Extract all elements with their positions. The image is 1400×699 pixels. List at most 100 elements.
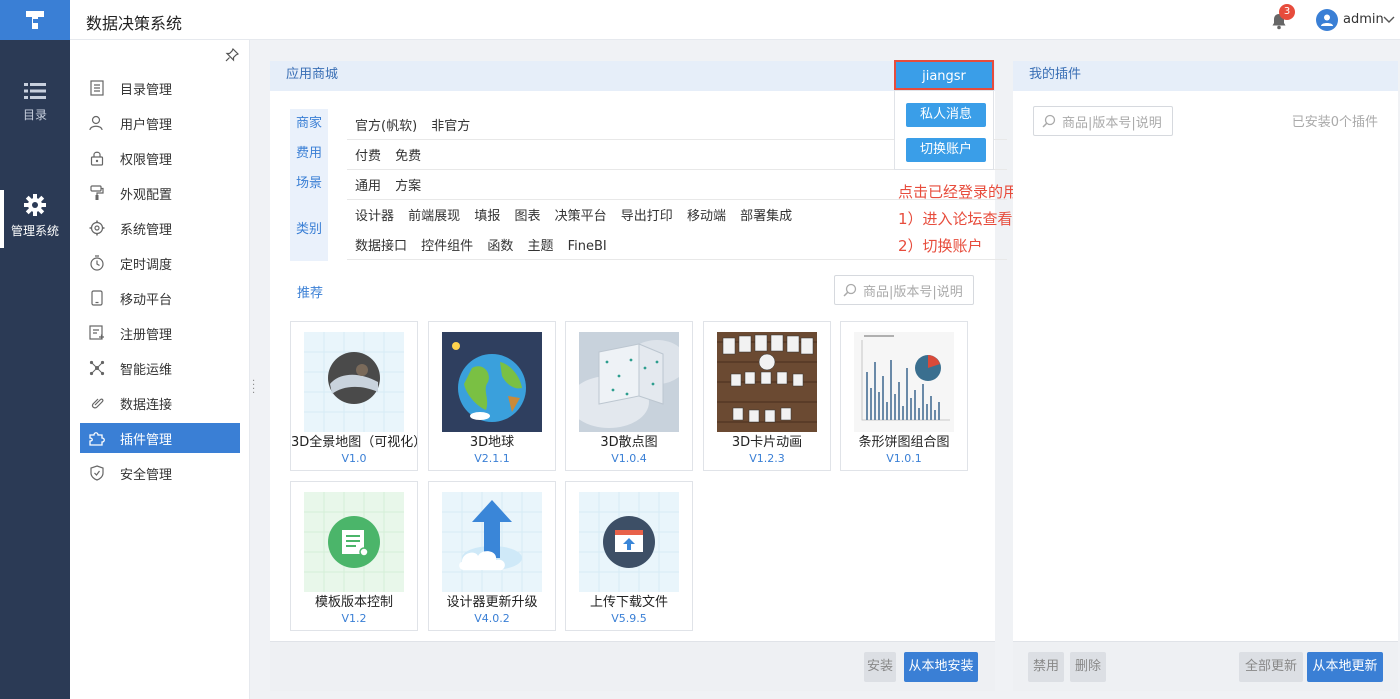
- menu-label: 系统管理: [120, 222, 173, 238]
- filter-option[interactable]: 非官方: [431, 119, 470, 134]
- filter-label-category: 类别: [290, 199, 328, 261]
- filter-option[interactable]: 填报: [474, 209, 500, 224]
- filter-label-scene: 场景: [290, 169, 328, 199]
- chevron-down-icon[interactable]: [1383, 14, 1395, 24]
- plugin-card[interactable]: 模板版本控制 V1.2: [290, 481, 418, 631]
- rail-item-catalog[interactable]: 目录: [0, 82, 70, 123]
- filter-option[interactable]: 设计器: [355, 209, 394, 224]
- avatar[interactable]: [1316, 9, 1338, 31]
- plugin-card[interactable]: 3D卡片动画 V1.2.3: [703, 321, 831, 471]
- filter-option[interactable]: 前端展现: [408, 209, 460, 224]
- plugin-thumbnail: [442, 492, 542, 592]
- filter-option[interactable]: 图表: [514, 209, 540, 224]
- pin-icon[interactable]: [225, 48, 239, 62]
- filter-option[interactable]: 部署集成: [740, 209, 792, 224]
- menu-item-mobile[interactable]: 移动平台: [80, 283, 240, 313]
- disable-button[interactable]: 禁用: [1028, 652, 1064, 682]
- menu-item-users[interactable]: 用户管理: [80, 108, 240, 138]
- annotation-line: 2）切换账户: [898, 237, 983, 255]
- gear-icon: [89, 220, 105, 236]
- notification-badge: 3: [1279, 4, 1295, 20]
- filter-option[interactable]: 主题: [527, 239, 553, 254]
- filter-option[interactable]: FineBI: [568, 239, 607, 254]
- plugin-version: V5.9.5: [611, 612, 647, 625]
- install-local-button[interactable]: 从本地安装: [904, 652, 978, 682]
- plugin-version: V1.2.3: [749, 452, 785, 465]
- shield-icon: [90, 465, 104, 481]
- search-icon: [843, 283, 857, 297]
- filter-option[interactable]: 移动端: [687, 209, 726, 224]
- plugin-version: V1.2: [341, 612, 367, 625]
- menu-item-permissions[interactable]: 权限管理: [80, 143, 240, 173]
- menu-label: 注册管理: [120, 327, 173, 343]
- update-all-button[interactable]: 全部更新: [1239, 652, 1303, 682]
- filter-row-category-1: 设计器 前端展现 填报 图表 决策平台 导出打印 移动端 部署集成: [355, 205, 802, 224]
- plugin-card[interactable]: 设计器更新升级 V4.0.2: [428, 481, 556, 631]
- my-plugins-footer: 禁用 删除 全部更新 从本地更新: [1013, 641, 1398, 691]
- plugin-thumbnail: [579, 332, 679, 432]
- update-local-button[interactable]: 从本地更新: [1307, 652, 1383, 682]
- logo[interactable]: [0, 0, 70, 40]
- menu-item-catalog[interactable]: 目录管理: [80, 73, 240, 103]
- delete-button[interactable]: 删除: [1070, 652, 1106, 682]
- plugin-version: V2.1.1: [474, 452, 510, 465]
- panel-resize-handle[interactable]: · · · ·: [252, 377, 255, 399]
- link-icon: [91, 398, 104, 409]
- plugin-thumbnail: [717, 332, 817, 432]
- filter-option[interactable]: 免费: [395, 149, 421, 164]
- store-search-input[interactable]: 商品|版本号|说明: [834, 275, 974, 305]
- menu-item-ops[interactable]: 智能运维: [80, 353, 240, 383]
- menu-item-schedule[interactable]: 定时调度: [80, 248, 240, 278]
- menu-item-data-connection[interactable]: 数据连接: [80, 388, 240, 418]
- filter-row-category-2: 数据接口 控件组件 函数 主题 FineBI: [347, 235, 1007, 260]
- search-icon: [1042, 114, 1056, 128]
- plugin-card[interactable]: 上传下载文件 V5.9.5: [565, 481, 693, 631]
- menu-item-appearance[interactable]: 外观配置: [80, 178, 240, 208]
- plugin-thumbnail: [579, 492, 679, 592]
- menu-item-register[interactable]: 注册管理: [80, 318, 240, 348]
- filter-option[interactable]: 控件组件: [421, 239, 473, 254]
- logo-icon: [26, 11, 44, 29]
- my-plugins-search-input[interactable]: 商品|版本号|说明: [1033, 106, 1173, 136]
- menu-item-plugins[interactable]: 插件管理: [80, 423, 240, 453]
- private-messages-button[interactable]: 私人消息: [906, 103, 986, 127]
- install-button[interactable]: 安装: [864, 652, 896, 682]
- plugin-name: 上传下载文件: [589, 595, 668, 610]
- filter-option[interactable]: 通用: [355, 179, 381, 194]
- network-icon: [89, 360, 105, 376]
- filter-option[interactable]: 导出打印: [621, 209, 673, 224]
- lock-icon: [90, 151, 104, 166]
- secondary-menu: 目录管理 用户管理 权限管理 外观配置 系统管理 定时调度 移动平台 注册管理 …: [70, 40, 250, 699]
- filter-option[interactable]: 函数: [487, 239, 513, 254]
- search-placeholder: 商品|版本号|说明: [1062, 115, 1162, 131]
- switch-account-button[interactable]: 切换账户: [906, 138, 986, 162]
- rail-label: 目录: [22, 108, 47, 122]
- plugin-card[interactable]: 3D散点图 V1.0.4: [565, 321, 693, 471]
- forum-account-button[interactable]: jiangsr: [894, 60, 994, 90]
- recommend-label: 推荐: [297, 286, 324, 301]
- plugin-card[interactable]: 3D地球 V2.1.1: [428, 321, 556, 471]
- catalog-icon: [90, 80, 104, 96]
- menu-item-security[interactable]: 安全管理: [80, 458, 240, 488]
- filter-option[interactable]: 数据接口: [355, 239, 407, 254]
- plugin-card[interactable]: 条形饼图组合图 V1.0.1: [840, 321, 968, 471]
- plugin-version: V1.0.4: [611, 452, 647, 465]
- username[interactable]: admin: [1343, 12, 1384, 27]
- rail-item-admin[interactable]: 管理系统: [0, 194, 70, 239]
- filter-option[interactable]: 决策平台: [555, 209, 607, 224]
- top-bar: 数据决策系统 3 admin: [0, 0, 1400, 40]
- menu-label: 定时调度: [120, 257, 173, 273]
- menu-item-system[interactable]: 系统管理: [80, 213, 240, 243]
- plugin-name: 3D散点图: [600, 435, 658, 450]
- menu-label: 权限管理: [120, 152, 173, 168]
- filter-option[interactable]: 付费: [355, 149, 381, 164]
- filter-option[interactable]: 官方(帆软): [355, 119, 417, 134]
- app-store-panel: 应用商城 商家 官方(帆软) 非官方 费用 付费 免费 场景 通用 方案 类别 …: [270, 61, 1007, 691]
- menu-label: 外观配置: [120, 187, 173, 203]
- panel-title: 我的插件: [1013, 61, 1398, 91]
- plugin-thumbnail: [854, 332, 954, 432]
- plugin-card[interactable]: 3D全景地图（可视化） V1.0: [290, 321, 418, 471]
- plugin-thumbnail: [304, 332, 404, 432]
- filter-row-vendor: 官方(帆软) 非官方: [347, 115, 1007, 140]
- filter-option[interactable]: 方案: [395, 179, 421, 194]
